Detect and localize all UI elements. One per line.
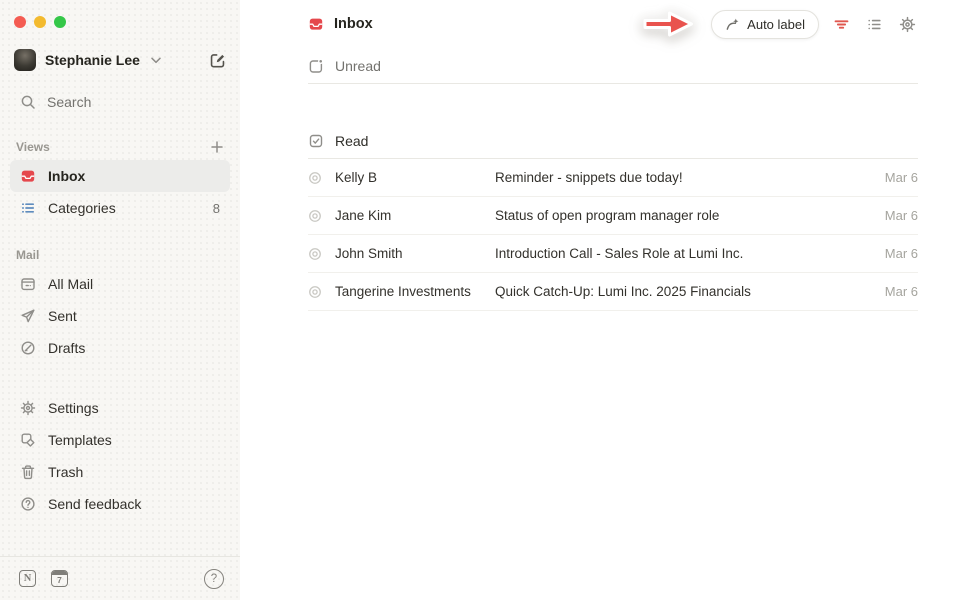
filter-icon[interactable]: [831, 14, 852, 35]
sidebar-item-settings[interactable]: Settings: [10, 392, 230, 424]
read-indicator-icon: [308, 209, 322, 223]
unread-section-label: Unread: [335, 58, 381, 74]
read-indicator-icon: [308, 247, 322, 261]
sidebar-item-label: Settings: [48, 400, 99, 416]
email-row[interactable]: Kelly B Reminder - snippets due today! M…: [308, 159, 918, 197]
notion-app-icon[interactable]: N: [19, 570, 36, 587]
sidebar-bottom-bar: N 7 ?: [0, 556, 240, 600]
sidebar-item-label: Trash: [48, 464, 83, 480]
sidebar-item-templates[interactable]: Templates: [10, 424, 230, 456]
help-icon: [20, 496, 36, 512]
sidebar-item-label: Send feedback: [48, 496, 141, 512]
unread-icon: [308, 58, 324, 74]
chevron-down-icon: [151, 57, 161, 64]
calendar-app-icon[interactable]: 7: [51, 570, 68, 587]
trash-icon: [20, 464, 36, 480]
sidebar-item-categories[interactable]: Categories 8: [10, 192, 230, 224]
sidebar-item-sent[interactable]: Sent: [10, 300, 230, 332]
all-mail-icon: [20, 276, 36, 292]
sidebar-item-all-mail[interactable]: All Mail: [10, 268, 230, 300]
email-sender: John Smith: [335, 246, 495, 261]
views-section-header: Views: [16, 138, 226, 156]
email-sender: Tangerine Investments: [335, 284, 495, 299]
email-subject: Reminder - snippets due today!: [495, 170, 873, 185]
email-subject: Introduction Call - Sales Role at Lumi I…: [495, 246, 873, 261]
sidebar-footer-nav: Settings Templates Trash: [0, 392, 240, 520]
email-date: Mar 6: [885, 170, 918, 185]
sidebar-item-send-feedback[interactable]: Send feedback: [10, 488, 230, 520]
header-toolbar: Auto label: [639, 7, 918, 41]
drafts-icon: [20, 340, 36, 356]
sent-icon: [20, 308, 36, 324]
mail-label: Mail: [16, 248, 39, 262]
main-panel: Inbox Auto label: [240, 0, 960, 600]
sidebar-item-label: Categories: [48, 200, 116, 216]
email-subject: Quick Catch-Up: Lumi Inc. 2025 Financial…: [495, 284, 873, 299]
sidebar-item-label: Inbox: [48, 168, 85, 184]
help-button[interactable]: ?: [204, 569, 224, 589]
sidebar-item-label: All Mail: [48, 276, 93, 292]
read-checkbox-icon: [308, 133, 324, 149]
red-arrow-pointer: [639, 7, 697, 41]
sidebar-item-drafts[interactable]: Drafts: [10, 332, 230, 364]
main-header: Inbox Auto label: [308, 0, 918, 48]
minimize-window-button[interactable]: [34, 16, 46, 28]
email-sender: Kelly B: [335, 170, 495, 185]
read-indicator-icon: [308, 171, 322, 185]
email-sender: Jane Kim: [335, 208, 495, 223]
read-section-header[interactable]: Read: [308, 123, 918, 159]
mail-nav: All Mail Sent Drafts: [0, 268, 240, 364]
email-row[interactable]: John Smith Introduction Call - Sales Rol…: [308, 235, 918, 273]
sidebar: Stephanie Lee Search Views: [0, 0, 240, 600]
compose-icon[interactable]: [207, 50, 228, 71]
email-date: Mar 6: [885, 208, 918, 223]
email-row[interactable]: Jane Kim Status of open program manager …: [308, 197, 918, 235]
sidebar-item-inbox[interactable]: Inbox: [10, 160, 230, 192]
calendar-day: 7: [52, 575, 67, 586]
zoom-window-button[interactable]: [54, 16, 66, 28]
sidebar-item-label: Sent: [48, 308, 77, 324]
auto-label-sparkle-icon: [725, 17, 740, 32]
auto-label-button[interactable]: Auto label: [711, 10, 819, 39]
search-label: Search: [47, 94, 91, 110]
email-row[interactable]: Tangerine Investments Quick Catch-Up: Lu…: [308, 273, 918, 311]
page-title: Inbox: [334, 16, 373, 32]
views-label: Views: [16, 140, 50, 154]
sidebar-item-label: Drafts: [48, 340, 85, 356]
gear-icon: [20, 400, 36, 416]
gear-icon[interactable]: [897, 14, 918, 35]
profile-name: Stephanie Lee: [45, 52, 140, 68]
inbox-icon: [20, 168, 36, 184]
unread-section-header[interactable]: Unread: [308, 48, 918, 84]
email-date: Mar 6: [885, 246, 918, 261]
sidebar-item-label: Templates: [48, 432, 112, 448]
read-indicator-icon: [308, 285, 322, 299]
plus-icon[interactable]: [208, 138, 226, 156]
views-nav: Inbox Categories 8: [0, 160, 240, 224]
search-icon: [20, 94, 36, 110]
email-subject: Status of open program manager role: [495, 208, 873, 223]
read-section-label: Read: [335, 133, 368, 149]
account-switcher[interactable]: Stephanie Lee: [14, 46, 228, 74]
list-icon[interactable]: [864, 14, 885, 35]
search-button[interactable]: Search: [10, 86, 230, 118]
templates-icon: [20, 432, 36, 448]
sidebar-item-trash[interactable]: Trash: [10, 456, 230, 488]
categories-icon: [20, 200, 36, 216]
categories-count-badge: 8: [213, 201, 220, 216]
inbox-icon: [308, 16, 324, 32]
email-date: Mar 6: [885, 284, 918, 299]
mail-section-header: Mail: [16, 246, 226, 264]
window-controls: [0, 0, 240, 28]
list-spacer: [308, 84, 918, 123]
auto-label-label: Auto label: [747, 17, 805, 32]
avatar: [14, 49, 36, 71]
close-window-button[interactable]: [14, 16, 26, 28]
